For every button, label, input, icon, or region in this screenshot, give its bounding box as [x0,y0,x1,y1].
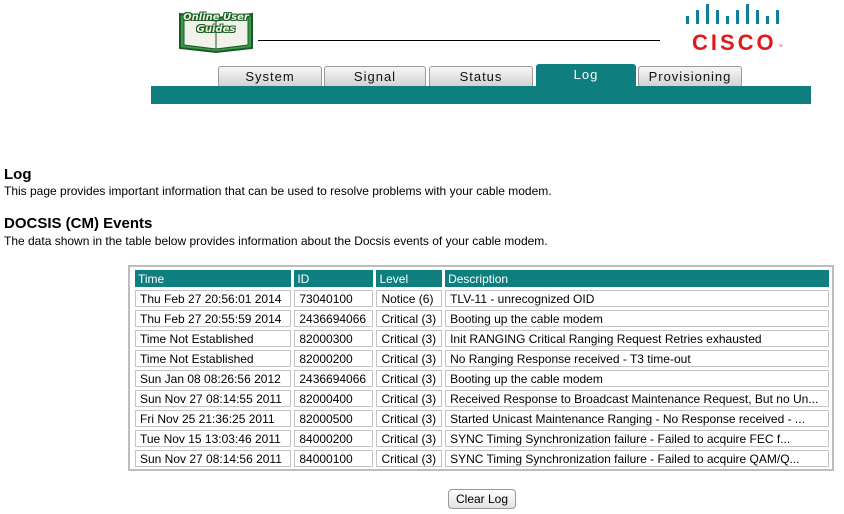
table-header-row: Time ID Level Description [135,270,829,287]
cell-description: Init RANGING Critical Ranging Request Re… [445,330,829,347]
cell-time: Sun Nov 27 08:14:56 2011 [135,450,292,467]
tab-log[interactable]: Log [536,64,636,86]
table-row: Sun Nov 27 08:14:56 2011 84000100 Critic… [135,450,829,467]
cell-id: 82000400 [294,390,374,407]
cell-level: Critical (3) [376,330,443,347]
cell-description: Booting up the cable modem [445,310,829,327]
cell-level: Critical (3) [376,410,443,427]
section-title: DOCSIS (CM) Events [4,215,153,232]
clear-log-button[interactable]: Clear Log [448,489,516,509]
cell-id: 82000500 [294,410,374,427]
table-row: Sun Jan 08 08:26:56 2012 2436694066 Crit… [135,370,829,387]
guide-logo-text: Online User Guides [183,12,249,35]
table-row: Time Not Established 82000300 Critical (… [135,330,829,347]
cell-description: SYNC Timing Synchronization failure - Fa… [445,430,829,447]
column-header-id: ID [294,270,374,287]
cell-level: Critical (3) [376,310,443,327]
table-row: Thu Feb 27 20:55:59 2014 2436694066 Crit… [135,310,829,327]
header-divider [258,40,660,41]
cell-id: 82000300 [294,330,374,347]
tab-signal[interactable]: Signal [324,66,426,86]
cell-description: No Ranging Response received - T3 time-o… [445,350,829,367]
cell-id: 2436694066 [294,370,374,387]
cell-level: Critical (3) [376,430,443,447]
table-row: Fri Nov 25 21:36:25 2011 82000500 Critic… [135,410,829,427]
events-table: Time ID Level Description Thu Feb 27 20:… [132,267,832,470]
tab-underline-bar [151,86,811,104]
events-table-container: Time ID Level Description Thu Feb 27 20:… [128,265,834,471]
section-description: The data shown in the table below provid… [4,234,548,248]
tab-system[interactable]: System [218,66,322,86]
cell-id: 84000100 [294,450,374,467]
main-tabs: System Signal Status Log Provisioning [0,64,844,88]
table-row: Thu Feb 27 20:56:01 2014 73040100 Notice… [135,290,829,307]
tab-provisioning[interactable]: Provisioning [638,66,742,86]
trademark-mark: ™ [778,44,783,50]
cell-time: Sun Nov 27 08:14:55 2011 [135,390,292,407]
cell-description: TLV-11 - unrecognized OID [445,290,829,307]
cell-time: Time Not Established [135,330,292,347]
tab-status[interactable]: Status [429,66,533,86]
cell-id: 2436694066 [294,310,374,327]
column-header-level: Level [376,270,443,287]
page-title: Log [4,166,32,183]
table-row: Tue Nov 15 13:03:46 2011 84000200 Critic… [135,430,829,447]
cell-level: Critical (3) [376,450,443,467]
cell-description: Booting up the cable modem [445,370,829,387]
cell-id: 84000200 [294,430,374,447]
cell-time: Time Not Established [135,350,292,367]
cell-time: Fri Nov 25 21:36:25 2011 [135,410,292,427]
column-header-time: Time [135,270,292,287]
cell-level: Critical (3) [376,350,443,367]
online-user-guides-logo[interactable]: Online User Guides [176,8,256,54]
table-row: Time Not Established 82000200 Critical (… [135,350,829,367]
cell-level: Critical (3) [376,370,443,387]
cell-time: Sun Jan 08 08:26:56 2012 [135,370,292,387]
cell-description: SYNC Timing Synchronization failure - Fa… [445,450,829,467]
cell-level: Critical (3) [376,390,443,407]
column-header-description: Description [445,270,829,287]
cell-time: Thu Feb 27 20:56:01 2014 [135,290,292,307]
cell-time: Thu Feb 27 20:55:59 2014 [135,310,292,327]
cell-id: 82000200 [294,350,374,367]
table-row: Sun Nov 27 08:14:55 2011 82000400 Critic… [135,390,829,407]
cisco-logo: CISCO ™ [682,2,786,55]
page-intro: This page provides important information… [4,184,552,198]
cell-id: 73040100 [294,290,374,307]
cell-time: Tue Nov 15 13:03:46 2011 [135,430,292,447]
cisco-wordmark: CISCO [692,30,777,55]
cell-description: Received Response to Broadcast Maintenan… [445,390,829,407]
cell-description: Started Unicast Maintenance Ranging - No… [445,410,829,427]
cell-level: Notice (6) [376,290,443,307]
